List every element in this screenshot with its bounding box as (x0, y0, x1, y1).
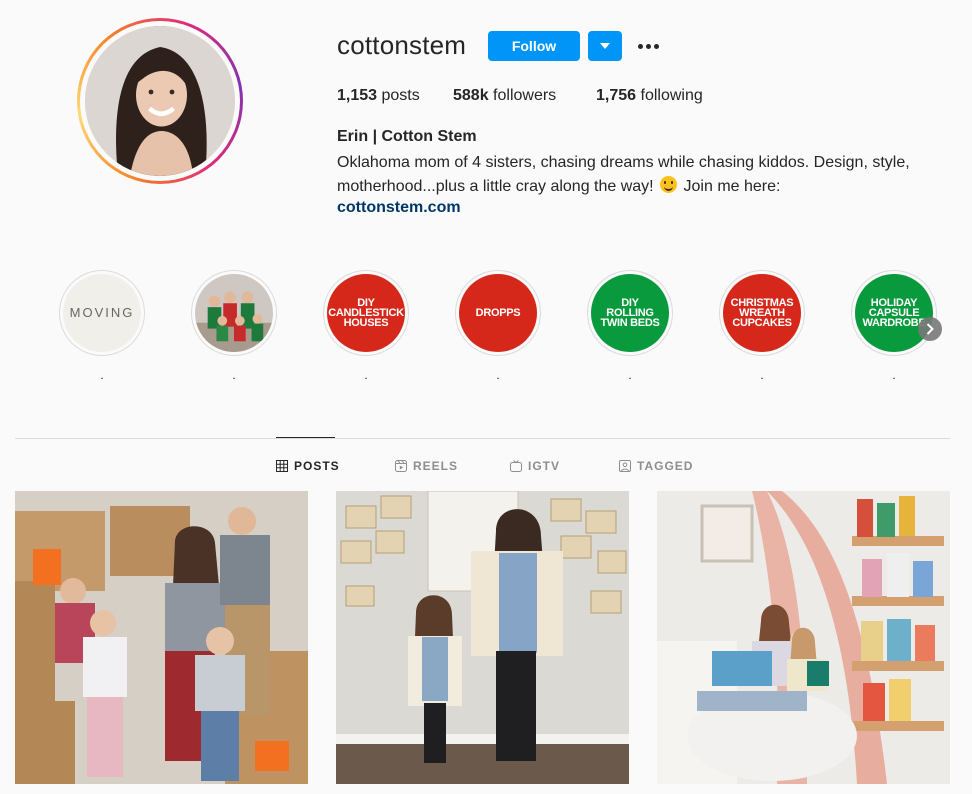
suggested-accounts-dropdown-button[interactable] (588, 31, 622, 61)
tab-igtv[interactable]: IGTV (510, 459, 560, 473)
tab-posts-label: POSTS (294, 459, 340, 473)
profile-stats: 1,153 posts 588k followers 1,756 followi… (337, 87, 703, 105)
ellipsis-icon (637, 43, 643, 49)
tab-tagged[interactable]: TAGGED (619, 459, 693, 473)
reels-icon (395, 460, 407, 472)
ellipsis-dot (653, 43, 659, 49)
tab-tagged-label: TAGGED (637, 459, 694, 473)
tagged-icon (619, 460, 631, 472)
highlights-next-button[interactable] (918, 317, 942, 341)
highlight-dropps[interactable]: DROPPS . (455, 270, 541, 382)
reading-nook-photo (657, 491, 950, 784)
highlight-label: . (100, 368, 104, 382)
highlight-cover-text: CHRISTMAS WREATH CUPCAKES (730, 297, 794, 329)
mother-daughter-library-photo (336, 491, 629, 784)
bio-line-2: motherhood...plus a little cray along th… (337, 175, 927, 199)
highlight-cover-text: MOVING (69, 305, 135, 320)
more-options-button[interactable] (634, 36, 662, 56)
highlight-cover: HOLIDAY CAPSULE WARDROBE (855, 274, 933, 352)
ellipsis-dot (645, 43, 651, 49)
avatar-photo (85, 26, 235, 176)
grid-icon (276, 460, 288, 472)
highlight-cover: MOVING (63, 274, 141, 352)
tab-igtv-label: IGTV (528, 459, 561, 473)
highlight-diy-candlestick-houses[interactable]: DIY CANDLESTICK HOUSES . (323, 270, 409, 382)
posts-count-label: posts (381, 87, 420, 104)
highlight-label: . (232, 368, 236, 382)
highlight-cover (195, 274, 273, 352)
tab-posts[interactable]: POSTS (276, 459, 340, 473)
bio-line-2-text: motherhood...plus a little cray along th… (337, 178, 654, 195)
following-count-label: following (640, 87, 703, 104)
profile-avatar-ring[interactable] (77, 18, 243, 184)
tab-reels[interactable]: REELS (395, 459, 458, 473)
chevron-right-icon (926, 323, 934, 335)
highlight-ring: DIY ROLLING TWIN BEDS (587, 270, 673, 356)
following-count[interactable]: 1,756 following (596, 87, 703, 105)
highlight-ring: DIY CANDLESTICK HOUSES (323, 270, 409, 356)
highlight-ring: HOLIDAY CAPSULE WARDROBE (851, 270, 937, 356)
highlight-cover-text: HOLIDAY CAPSULE WARDROBE (862, 297, 926, 329)
posts-count: 1,153 posts (337, 87, 453, 105)
tab-reels-label: REELS (413, 459, 459, 473)
highlight-ring: MOVING (59, 270, 145, 356)
highlight-label: . (364, 368, 368, 382)
profile-bio: Oklahoma mom of 4 sisters, chasing dream… (337, 151, 927, 199)
family-christmas-photo (195, 274, 273, 352)
highlight-diy-rolling-twin-beds[interactable]: DIY ROLLING TWIN BEDS . (587, 270, 673, 382)
highlight-cover: DROPPS (459, 274, 537, 352)
highlight-christmas-wreath-cupcakes[interactable]: CHRISTMAS WREATH CUPCAKES . (719, 270, 805, 382)
highlight-cover: DIY CANDLESTICK HOUSES (327, 274, 405, 352)
followers-count-label: followers (493, 87, 557, 104)
smiley-emoji-icon (660, 176, 678, 193)
following-count-value: 1,756 (596, 87, 637, 104)
highlight-cover-text: DROPPS (475, 307, 521, 319)
family-moving-photo (15, 491, 308, 784)
highlight-ring: DROPPS (455, 270, 541, 356)
highlight-ring: CHRISTMAS WREATH CUPCAKES (719, 270, 805, 356)
posts-count-value: 1,153 (337, 87, 378, 104)
bio-line-2-cta: Join me here: (683, 178, 781, 195)
avatar-frame (80, 21, 240, 181)
caret-down-icon (600, 42, 610, 49)
highlight-cover: DIY ROLLING TWIN BEDS (591, 274, 669, 352)
post-thumbnail[interactable] (336, 491, 629, 784)
highlight-label: . (496, 368, 500, 382)
tabs-divider (15, 438, 950, 439)
post-thumbnail[interactable] (15, 491, 308, 784)
followers-count[interactable]: 588k followers (453, 87, 596, 105)
profile-full-name: Erin | Cotton Stem (337, 128, 477, 145)
highlight-label: . (628, 368, 632, 382)
highlight-label: . (892, 368, 896, 382)
post-thumbnail[interactable] (657, 491, 950, 784)
bio-line-1: Oklahoma mom of 4 sisters, chasing dream… (337, 154, 910, 171)
avatar (85, 26, 235, 176)
profile-website-link[interactable]: cottonstem.com (337, 199, 461, 217)
highlight-ring (191, 270, 277, 356)
highlight-cover-text: DIY CANDLESTICK HOUSES (328, 297, 404, 329)
highlight-label: . (760, 368, 764, 382)
profile-username: cottonstem (337, 30, 467, 60)
active-tab-indicator (276, 437, 335, 438)
highlight-family-photo[interactable]: . (191, 270, 277, 382)
follow-button[interactable]: Follow (488, 31, 580, 61)
igtv-icon (510, 460, 522, 472)
highlight-cover: CHRISTMAS WREATH CUPCAKES (723, 274, 801, 352)
followers-count-value: 588k (453, 87, 489, 104)
highlight-cover-text: DIY ROLLING TWIN BEDS (600, 297, 660, 329)
highlight-moving[interactable]: MOVING . (59, 270, 145, 382)
